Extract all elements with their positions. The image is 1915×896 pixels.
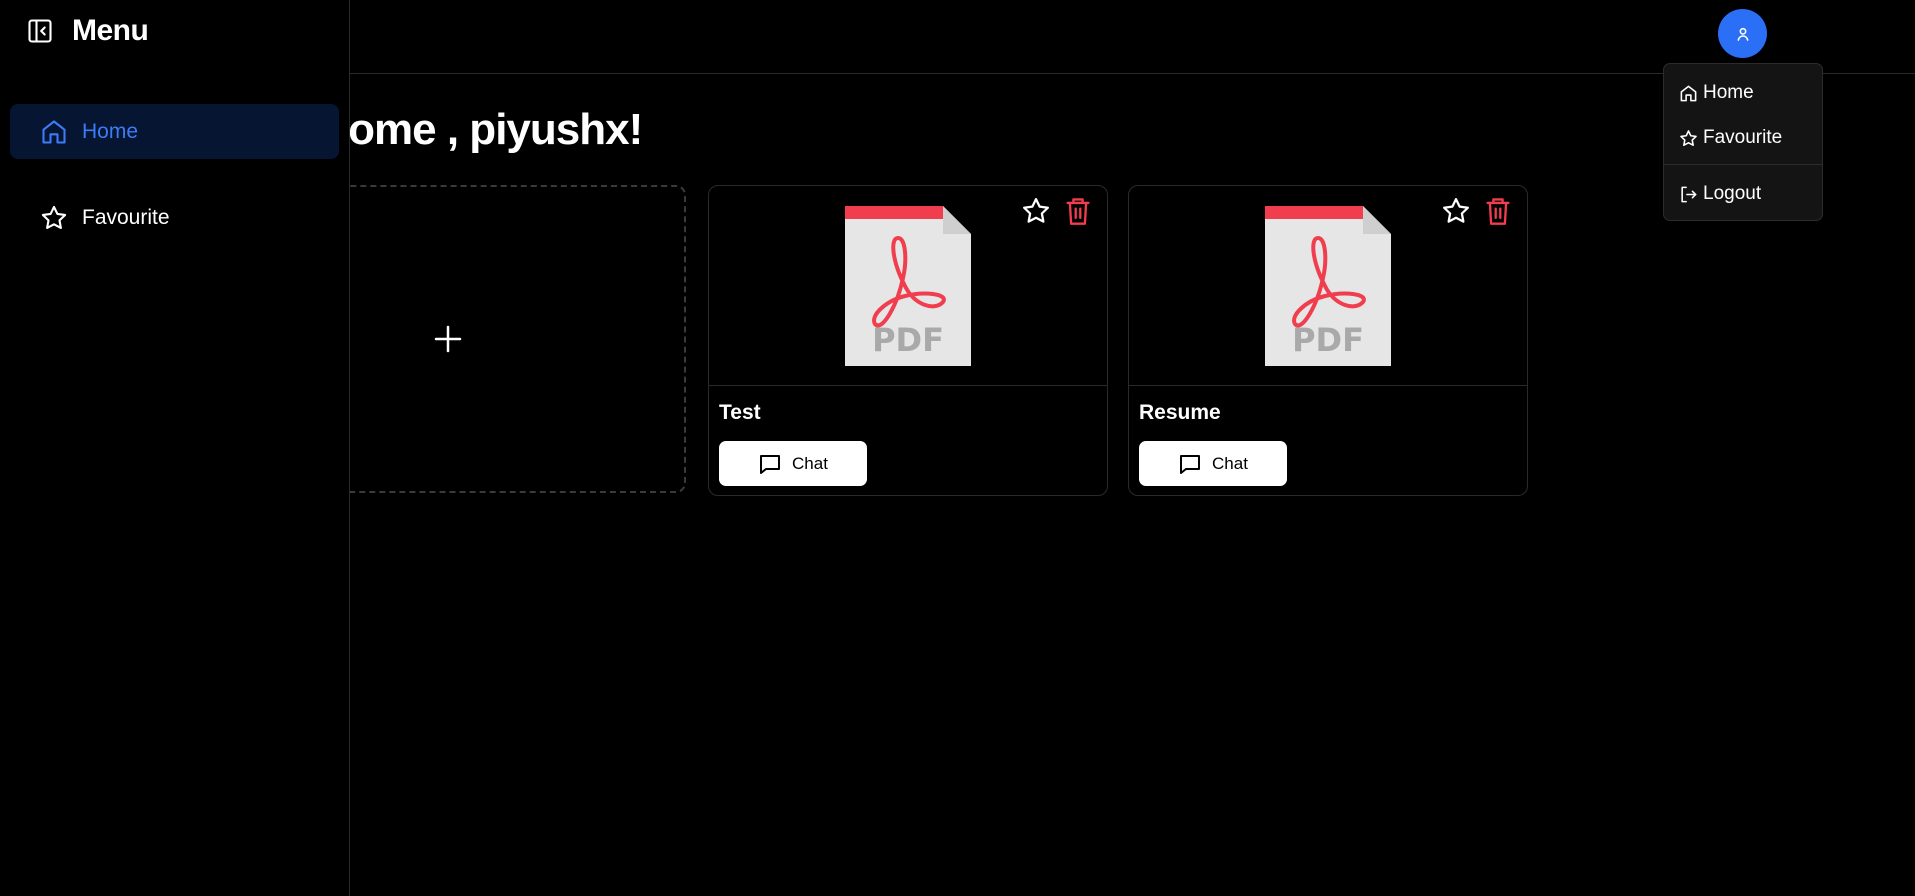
sidebar-title: Menu xyxy=(72,14,149,47)
sidebar-menu: Menu Home Favourite xyxy=(0,0,350,896)
chat-bubble-icon xyxy=(760,454,781,474)
delete-trash-icon[interactable] xyxy=(1064,196,1092,226)
chat-button[interactable]: Chat xyxy=(1139,441,1287,486)
collapse-sidebar-icon[interactable] xyxy=(26,17,54,45)
user-avatar-button[interactable] xyxy=(1718,9,1767,58)
star-icon xyxy=(41,205,67,229)
document-thumbnail: PDF xyxy=(709,186,1107,386)
user-dropdown-menu: Home Favourite Logout xyxy=(1663,63,1823,221)
plus-icon xyxy=(434,325,462,353)
dropdown-item-label: Home xyxy=(1703,82,1754,103)
dropdown-item-favourite[interactable]: Favourite xyxy=(1679,127,1782,149)
svg-text:PDF: PDF xyxy=(872,321,944,359)
delete-trash-icon[interactable] xyxy=(1484,196,1512,226)
document-thumbnail: PDF xyxy=(1129,186,1527,386)
pdf-file-icon: PDF xyxy=(1265,206,1391,366)
chat-button-label: Chat xyxy=(1212,453,1248,473)
dropdown-divider xyxy=(1664,164,1822,165)
home-icon xyxy=(42,119,66,144)
dropdown-item-label: Logout xyxy=(1703,183,1762,204)
chat-button[interactable]: Chat xyxy=(719,441,867,486)
pdf-file-icon: PDF xyxy=(845,206,971,366)
user-icon xyxy=(1737,27,1748,41)
document-card[interactable]: PDF Test Chat xyxy=(708,185,1108,496)
logout-icon xyxy=(1681,186,1697,202)
favourite-star-icon[interactable] xyxy=(1021,196,1051,226)
star-icon xyxy=(1680,129,1697,146)
sidebar-header: Menu xyxy=(26,14,149,48)
dropdown-item-home[interactable]: Home xyxy=(1679,82,1754,104)
document-card[interactable]: PDF Resume Chat xyxy=(1128,185,1528,496)
favourite-star-icon[interactable] xyxy=(1441,196,1471,226)
sidebar-item-label: Favourite xyxy=(82,205,170,229)
sidebar-item-favourite[interactable]: Favourite xyxy=(10,190,339,245)
sidebar-item-label: Home xyxy=(82,119,139,143)
chat-button-label: Chat xyxy=(792,453,828,473)
dropdown-item-logout[interactable]: Logout xyxy=(1679,183,1761,205)
chat-bubble-icon xyxy=(1180,454,1201,474)
sidebar-item-home[interactable]: Home xyxy=(10,104,339,159)
svg-text:PDF: PDF xyxy=(1292,321,1364,359)
home-icon xyxy=(1680,85,1697,101)
document-title: Resume xyxy=(1139,401,1221,424)
document-title: Test xyxy=(719,401,761,424)
dropdown-item-label: Favourite xyxy=(1703,127,1783,148)
